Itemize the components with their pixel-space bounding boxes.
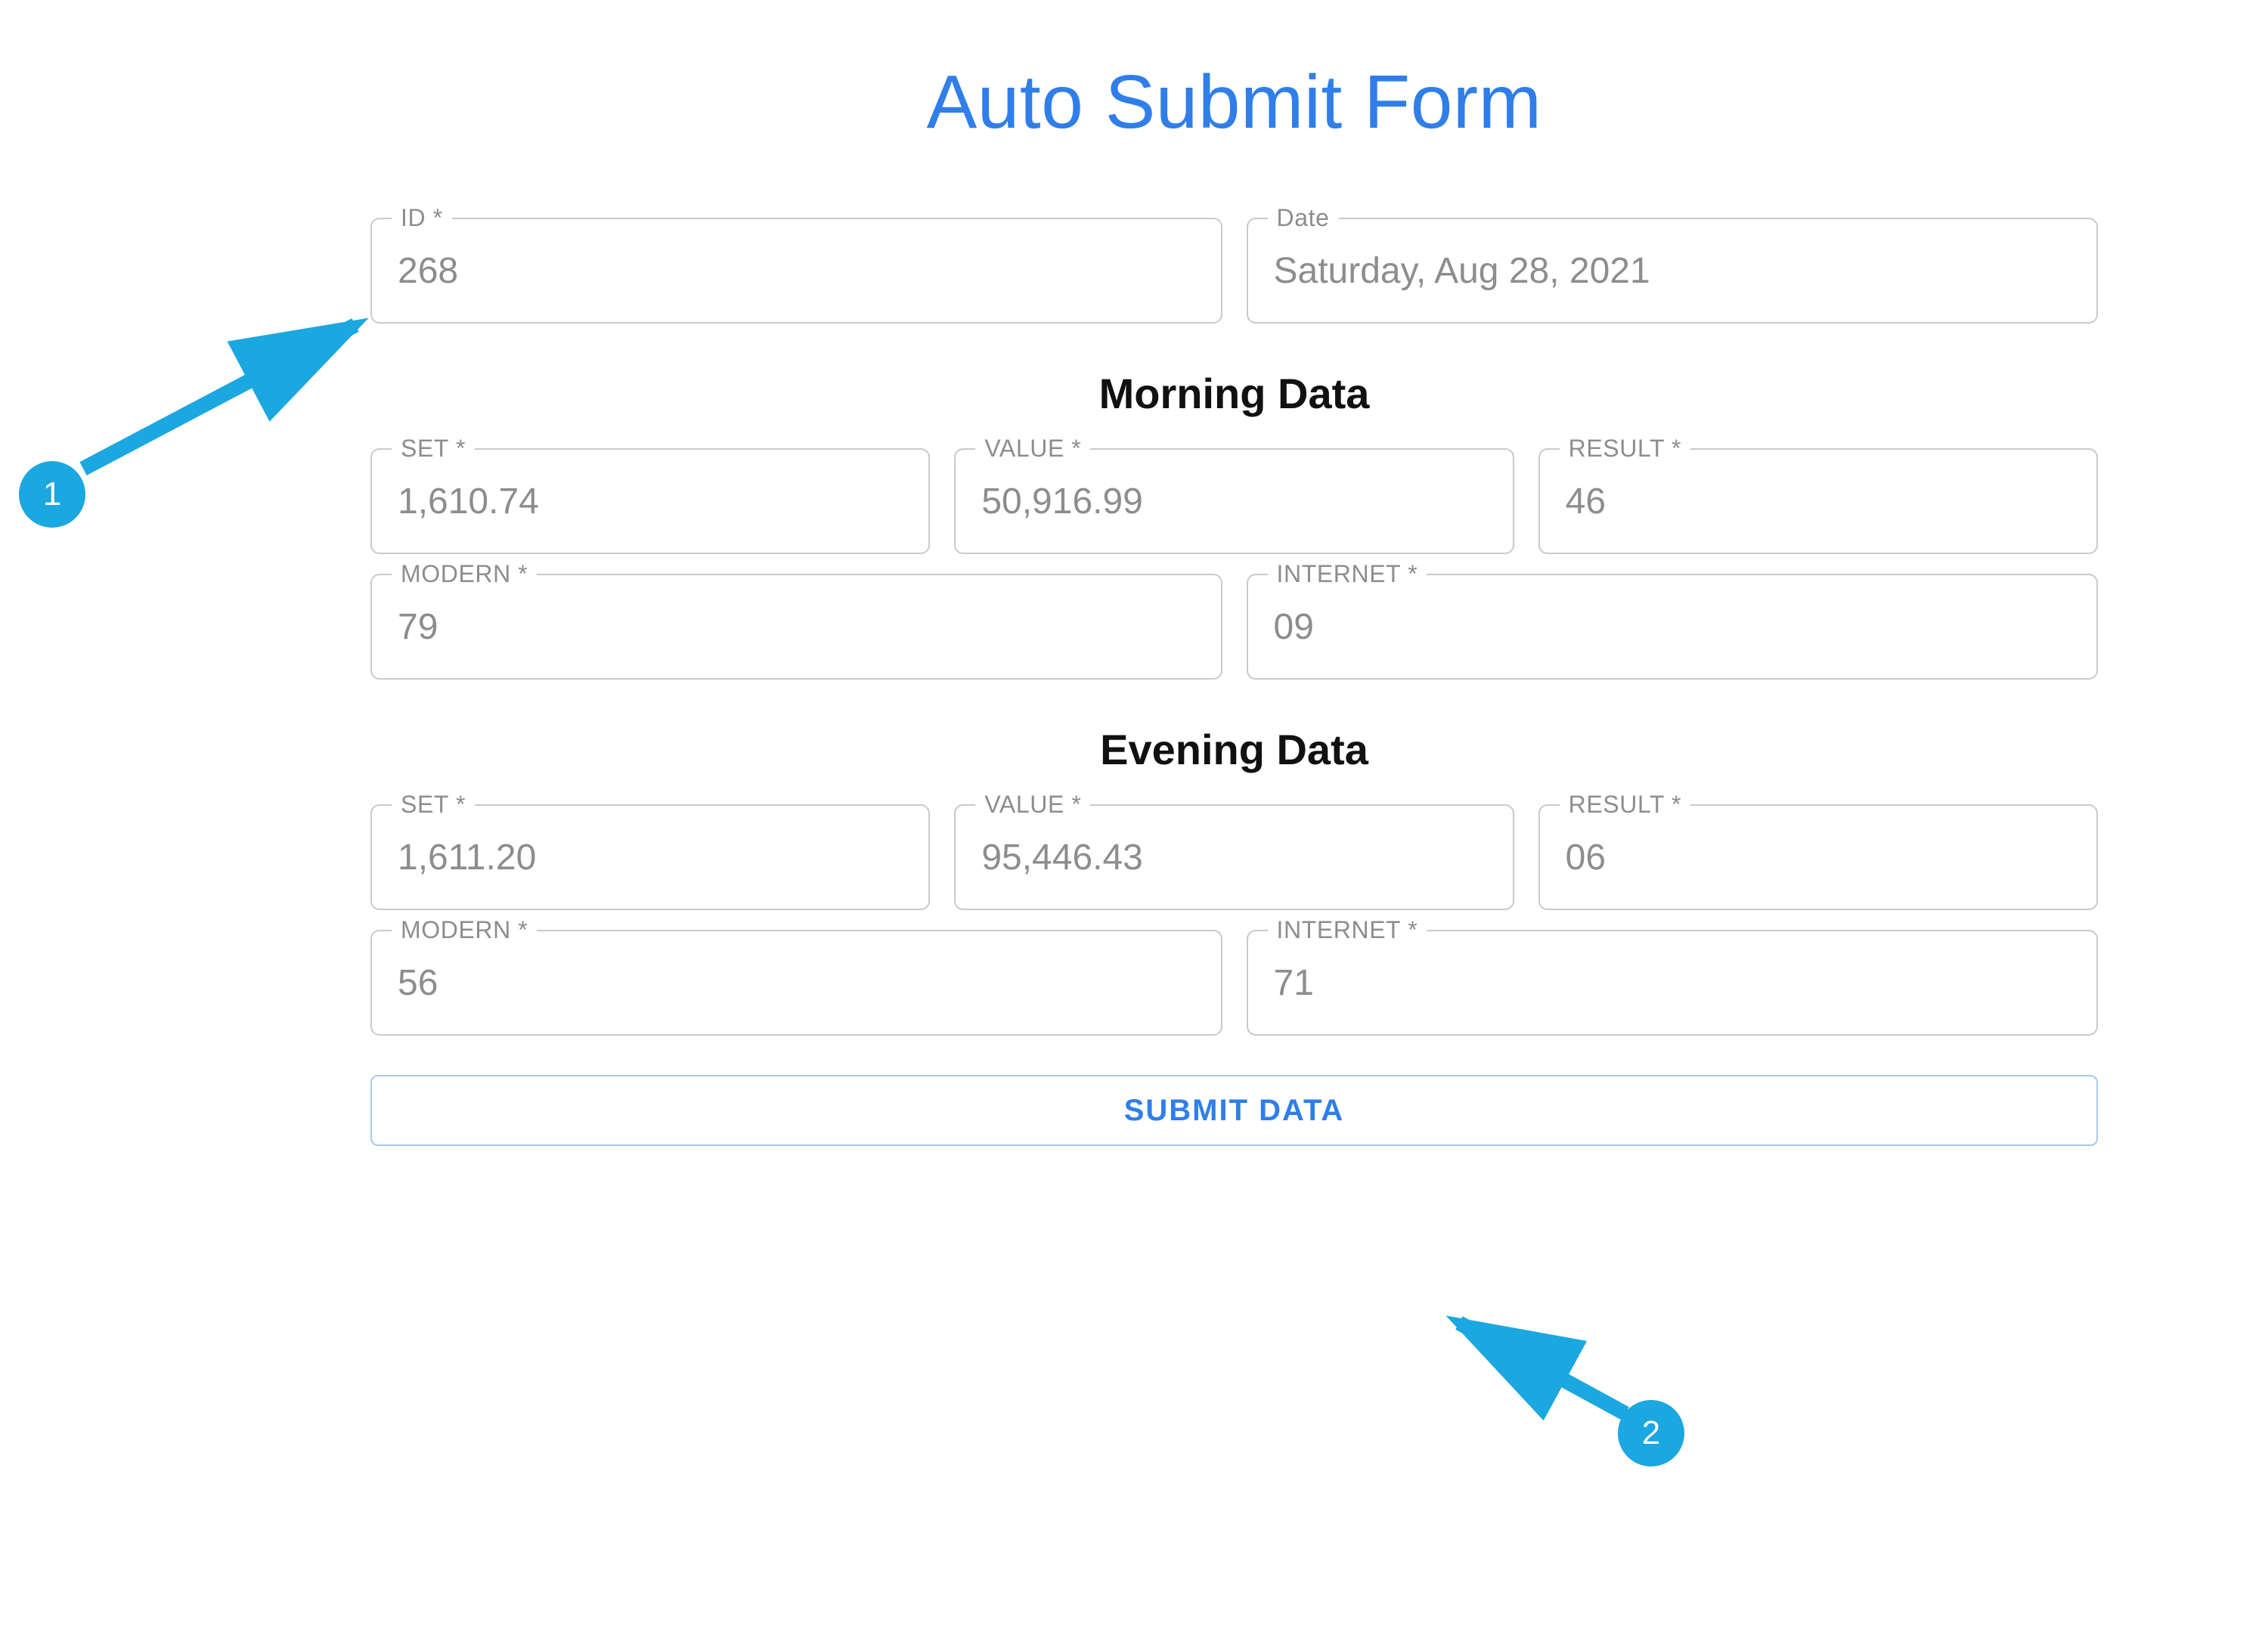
morning-result-input[interactable] bbox=[1564, 480, 2072, 523]
evening-modern-label: MODERN * bbox=[392, 916, 537, 944]
evening-value-label: VALUE * bbox=[975, 791, 1090, 819]
evening-section-title: Evening Data bbox=[370, 725, 2098, 774]
date-input[interactable] bbox=[1272, 249, 2073, 293]
submit-button[interactable]: SUBMIT DATA bbox=[370, 1075, 2098, 1146]
morning-internet-input[interactable] bbox=[1272, 605, 2073, 649]
evening-set-input[interactable] bbox=[396, 836, 904, 879]
morning-result-field: RESULT * bbox=[1538, 448, 2098, 554]
morning-set-input[interactable] bbox=[396, 480, 904, 523]
form-card: Auto Submit Form ID * Date Morning Data … bbox=[302, 14, 2166, 1457]
evening-modern-input[interactable] bbox=[396, 962, 1197, 1005]
morning-set-label: SET * bbox=[392, 435, 475, 463]
morning-value-field: VALUE * bbox=[954, 448, 1514, 554]
morning-value-input[interactable] bbox=[980, 480, 1488, 523]
morning-modern-input[interactable] bbox=[396, 605, 1197, 649]
evening-result-label: RESULT * bbox=[1560, 791, 1690, 819]
evening-internet-input[interactable] bbox=[1272, 962, 2073, 1005]
evening-internet-label: INTERNET * bbox=[1268, 916, 1427, 944]
morning-result-label: RESULT * bbox=[1560, 435, 1690, 463]
evening-result-field: RESULT * bbox=[1538, 804, 2098, 910]
morning-section-title: Morning Data bbox=[370, 369, 2098, 418]
evening-result-input[interactable] bbox=[1564, 836, 2072, 879]
morning-internet-label: INTERNET * bbox=[1268, 560, 1427, 588]
id-field: ID * bbox=[370, 218, 1222, 324]
callout-badge-2: 2 bbox=[1618, 1400, 1684, 1466]
morning-value-label: VALUE * bbox=[975, 435, 1090, 463]
page-title: Auto Submit Form bbox=[370, 59, 2098, 146]
morning-modern-label: MODERN * bbox=[392, 560, 537, 588]
evening-value-field: VALUE * bbox=[954, 804, 1514, 910]
date-field: Date bbox=[1247, 218, 2099, 324]
evening-value-input[interactable] bbox=[980, 836, 1488, 879]
evening-set-field: SET * bbox=[370, 804, 930, 910]
date-label: Date bbox=[1268, 204, 1339, 232]
evening-modern-field: MODERN * bbox=[370, 930, 1222, 1036]
id-input[interactable] bbox=[396, 249, 1197, 293]
arrow-icon bbox=[53, 310, 370, 484]
evening-internet-field: INTERNET * bbox=[1247, 930, 2099, 1036]
morning-internet-field: INTERNET * bbox=[1247, 574, 2099, 680]
evening-set-label: SET * bbox=[392, 791, 475, 819]
morning-set-field: SET * bbox=[370, 448, 930, 554]
callout-badge-1: 1 bbox=[19, 461, 85, 528]
id-label: ID * bbox=[392, 204, 452, 232]
morning-modern-field: MODERN * bbox=[370, 574, 1222, 680]
